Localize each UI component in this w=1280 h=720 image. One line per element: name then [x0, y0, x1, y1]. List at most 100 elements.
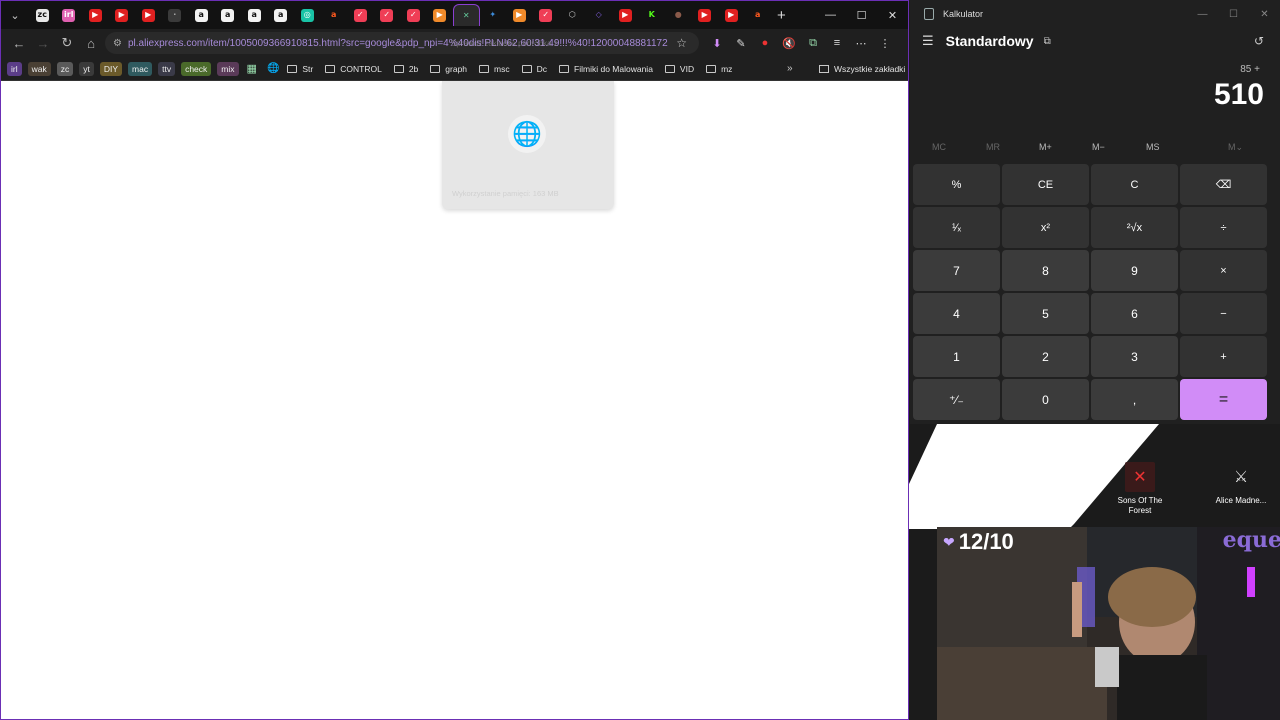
square-root-button[interactable]: ²√x — [1091, 207, 1178, 248]
browser-tab[interactable]: ✓ — [400, 4, 427, 26]
digit-5-button[interactable]: 5 — [1002, 293, 1089, 334]
browser-tab[interactable]: ✦ — [480, 4, 507, 26]
bookmarks-overflow-button[interactable]: » — [787, 63, 793, 74]
browser-tab[interactable]: ◇ — [586, 4, 613, 26]
bookmark-folder[interactable]: Str — [287, 64, 313, 74]
bookmark-check[interactable]: check — [181, 61, 212, 76]
reload-button[interactable]: ↻ — [55, 35, 79, 51]
digit-8-button[interactable]: 8 — [1002, 250, 1089, 291]
browser-tab[interactable]: ▶ — [718, 4, 745, 26]
new-tab-button[interactable]: + — [777, 7, 786, 24]
browser-tab[interactable]: ✓ — [533, 4, 560, 26]
download-icon[interactable]: ⬇ — [705, 34, 729, 52]
browser-tab[interactable]: a — [321, 4, 348, 26]
browser-tab[interactable]: ▶ — [692, 4, 719, 26]
browser-tab[interactable]: ▶ — [109, 4, 136, 26]
page-content[interactable]: 🌐 Wykorzystanie pamięci: 163 MB — [1, 81, 908, 719]
add-button[interactable]: + — [1180, 336, 1267, 377]
mute-icon[interactable]: 🔇 — [777, 34, 801, 52]
bookmark-folder[interactable]: CONTROL — [325, 64, 382, 74]
digit-2-button[interactable]: 2 — [1002, 336, 1089, 377]
minimize-button[interactable]: — — [1187, 0, 1218, 28]
history-icon[interactable]: ↺ — [1254, 34, 1264, 48]
profile-icon[interactable]: ⋯ — [849, 34, 873, 52]
divide-button[interactable]: ÷ — [1180, 207, 1267, 248]
browser-tab[interactable]: ▶ — [135, 4, 162, 26]
browser-tab[interactable]: ⬡ — [559, 4, 586, 26]
address-bar[interactable]: ⚙ pl.aliexpress.com/item/100500936691081… — [105, 32, 699, 54]
bookmark-star-icon[interactable]: ☆ — [676, 36, 687, 50]
bookmark-folder[interactable]: graph — [430, 64, 467, 74]
browser-tab[interactable]: K — [639, 4, 666, 26]
tab-search-chevron-icon[interactable]: ⌄ — [7, 9, 23, 22]
close-button[interactable]: ✕ — [877, 1, 908, 29]
minimize-button[interactable]: — — [815, 1, 846, 29]
bookmark-wak[interactable]: wak — [27, 61, 51, 76]
percent-button[interactable]: % — [913, 164, 1000, 205]
backspace-button[interactable]: ⌫ — [1180, 164, 1267, 205]
browser-tab[interactable]: ◎ — [294, 4, 321, 26]
record-icon[interactable]: ● — [753, 34, 777, 52]
home-button[interactable]: ⌂ — [79, 36, 103, 51]
back-button[interactable]: ← — [7, 36, 31, 51]
browser-tab[interactable]: ▶ — [427, 4, 454, 26]
digit-7-button[interactable]: 7 — [913, 250, 1000, 291]
bookmark-folder[interactable]: 2b — [393, 64, 418, 74]
desktop-icon-alice-madness[interactable]: ⚔ Alice Madne... — [1210, 462, 1272, 506]
all-bookmarks-button[interactable]: Wszystkie zakładki — [819, 64, 905, 74]
memory-button[interactable]: MC — [932, 142, 946, 152]
browser-tab[interactable]: a — [268, 4, 295, 26]
bookmark-folder[interactable]: mz — [706, 64, 732, 74]
negate-button[interactable]: ⁺⁄₋ — [913, 379, 1000, 420]
browser-tab[interactable]: a — [745, 4, 772, 26]
menu-icon[interactable]: ☰ — [922, 33, 934, 49]
site-info-icon[interactable]: ⚙ — [113, 38, 122, 49]
browser-tab[interactable]: · — [162, 4, 189, 26]
keep-on-top-icon[interactable]: ⧉ — [1044, 36, 1051, 47]
browser-tab[interactable]: irl — [56, 4, 83, 26]
memory-button[interactable]: MS — [1146, 142, 1160, 152]
reciprocal-button[interactable]: ¹⁄ₓ — [913, 207, 1000, 248]
square-button[interactable]: x² — [1002, 207, 1089, 248]
extension-icon[interactable]: ⧉ — [801, 34, 825, 52]
clear-button[interactable]: C — [1091, 164, 1178, 205]
browser-tab[interactable]: ▶ — [612, 4, 639, 26]
bookmark-folder[interactable]: VID — [664, 64, 694, 74]
memory-button[interactable]: M+ — [1039, 142, 1052, 152]
multiply-button[interactable]: × — [1180, 250, 1267, 291]
browser-tab[interactable]: ✓ — [347, 4, 374, 26]
maximize-button[interactable]: ☐ — [1218, 0, 1249, 28]
digit-9-button[interactable]: 9 — [1091, 250, 1178, 291]
browser-tab[interactable]: ▶ — [506, 4, 533, 26]
browser-tab[interactable]: ✓ — [374, 4, 401, 26]
bookmark-folder[interactable]: Filmiki do Malowania — [559, 64, 653, 74]
decimal-button[interactable]: , — [1091, 379, 1178, 420]
memory-button[interactable]: M− — [1092, 142, 1105, 152]
browser-tab[interactable]: a — [188, 4, 215, 26]
digit-6-button[interactable]: 6 — [1091, 293, 1178, 334]
digit-3-button[interactable]: 3 — [1091, 336, 1178, 377]
digit-4-button[interactable]: 4 — [913, 293, 1000, 334]
globe-icon[interactable]: 🌐 — [267, 63, 279, 74]
clear-entry-button[interactable]: CE — [1002, 164, 1089, 205]
url-text[interactable]: pl.aliexpress.com/item/1005009366910815.… — [128, 38, 668, 49]
maximize-button[interactable]: ☐ — [846, 1, 877, 29]
browser-tab[interactable]: a — [215, 4, 242, 26]
bookmark-ttv[interactable]: ttv — [158, 61, 176, 76]
digit-1-button[interactable]: 1 — [913, 336, 1000, 377]
media-icon[interactable]: ≡ — [825, 34, 849, 52]
pen-icon[interactable]: ✎ — [729, 34, 753, 52]
browser-tab[interactable]: ✕ — [453, 4, 480, 26]
bookmark-folder[interactable]: Dc — [521, 64, 547, 74]
memory-button[interactable]: M⌄ — [1228, 142, 1243, 153]
browser-tab[interactable]: ● — [665, 4, 692, 26]
close-button[interactable]: ✕ — [1249, 0, 1280, 28]
subtract-button[interactable]: − — [1180, 293, 1267, 334]
browser-tab[interactable]: zc — [29, 4, 56, 26]
browser-tab[interactable]: a — [241, 4, 268, 26]
bookmark-zc[interactable]: zc — [56, 61, 74, 76]
equals-button[interactable]: = — [1180, 379, 1267, 420]
forward-button[interactable]: → — [31, 36, 55, 51]
bookmark-mix[interactable]: mix — [217, 61, 239, 76]
bookmark-irl[interactable]: irl — [7, 61, 22, 76]
